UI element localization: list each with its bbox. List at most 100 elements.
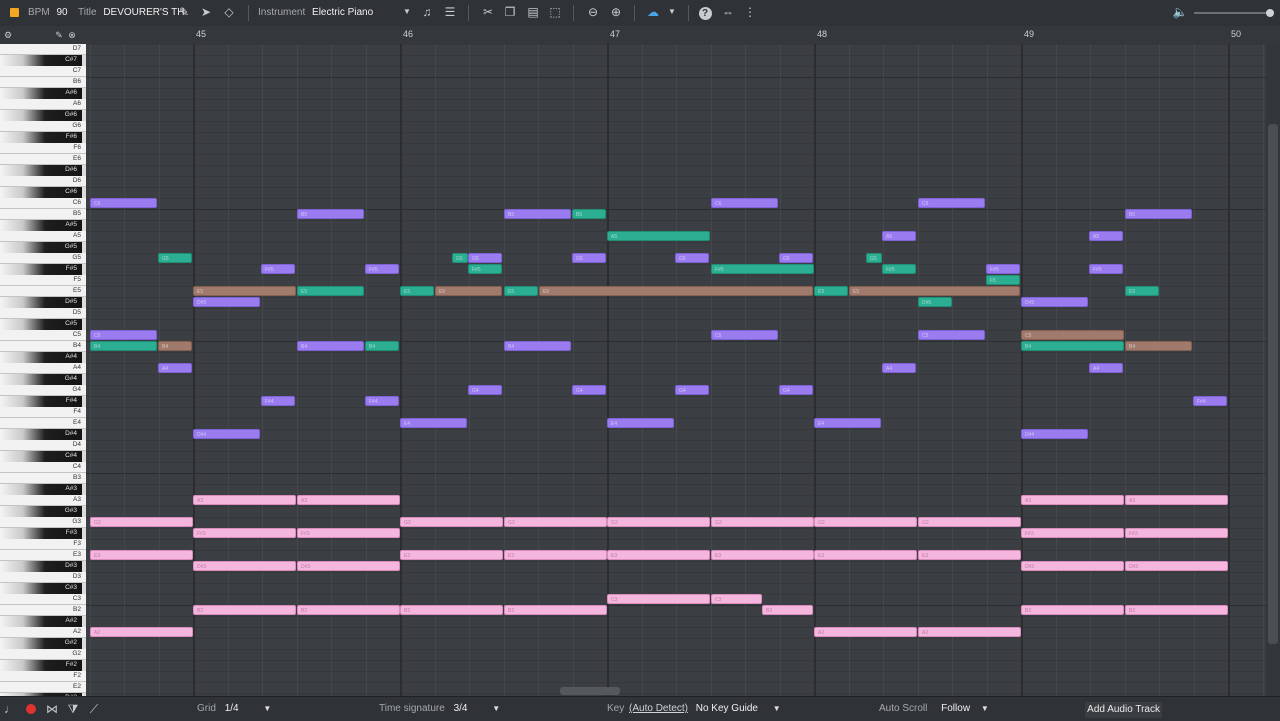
piano-key[interactable]: G#2 [0, 638, 82, 649]
midi-note[interactable]: E3 [814, 550, 917, 560]
midi-note[interactable]: E5 [849, 286, 1020, 296]
midi-note[interactable]: E3 [607, 550, 710, 560]
eraser-icon[interactable]: ◇ [221, 4, 237, 20]
piano-key[interactable]: F#5 [0, 264, 82, 275]
title-field[interactable]: Title DEVOURER'S TH [78, 0, 185, 26]
midi-note[interactable]: A2 [90, 627, 193, 637]
midi-note[interactable]: E5 [539, 286, 813, 296]
midi-note[interactable]: C6 [918, 198, 985, 208]
midi-note[interactable]: E5 [1125, 286, 1159, 296]
piano-key[interactable]: G#4 [0, 374, 82, 385]
record-icon[interactable] [23, 701, 39, 717]
piano-key[interactable]: C6 [0, 198, 86, 209]
piano-key[interactable]: F5 [0, 275, 86, 286]
piano-key[interactable]: E4 [0, 418, 86, 429]
midi-note[interactable]: B2 [1125, 605, 1228, 615]
zoom-out-icon[interactable]: ⊖ [585, 4, 601, 20]
midi-note[interactable]: E4 [814, 418, 881, 428]
piano-key[interactable]: B5 [0, 209, 86, 220]
piano-key[interactable]: G5 [0, 253, 86, 264]
midi-note[interactable]: E5 [193, 286, 296, 296]
piano-key[interactable]: D#5 [0, 297, 82, 308]
time-signature-value[interactable]: 3/4 [454, 703, 468, 714]
volume-slider[interactable] [1194, 9, 1274, 17]
midi-note[interactable]: E5 [435, 286, 502, 296]
horizontal-scrollbar[interactable] [86, 686, 1266, 696]
midi-note[interactable]: E3 [918, 550, 1021, 560]
instrument-value[interactable]: Electric Piano [312, 7, 373, 18]
midi-note[interactable]: B2 [297, 605, 400, 615]
midi-note[interactable]: A3 [1125, 495, 1228, 505]
chevron-down-icon[interactable]: ▼ [492, 697, 500, 721]
piano-key[interactable]: C3 [0, 594, 86, 605]
piano-key[interactable]: F#3 [0, 528, 82, 539]
midi-note[interactable]: C5 [711, 330, 778, 340]
settings-gear-icon[interactable]: ⚙ [0, 27, 16, 43]
piano-key[interactable]: B2 [0, 605, 86, 616]
midi-note[interactable]: E5 [814, 286, 848, 296]
midi-note[interactable]: E5 [504, 286, 538, 296]
piano-key[interactable]: E5 [0, 286, 86, 297]
midi-note[interactable]: F#3 [297, 528, 400, 538]
midi-note[interactable]: D#3 [297, 561, 400, 571]
midi-note[interactable]: B2 [193, 605, 296, 615]
midi-note[interactable]: F#3 [1125, 528, 1228, 538]
midi-note[interactable]: B4 [90, 341, 157, 351]
piano-key[interactable]: F3 [0, 539, 86, 550]
bpm-field[interactable]: BPM 90 [28, 0, 68, 26]
midi-note[interactable]: C5 [90, 330, 157, 340]
piano-key[interactable]: A4 [0, 363, 86, 374]
auto-detect-link[interactable]: (Auto Detect) [629, 703, 688, 714]
midi-note[interactable]: A4 [1089, 363, 1123, 373]
midi-note[interactable]: A3 [193, 495, 296, 505]
midi-note[interactable]: F#5 [261, 264, 295, 274]
piano-key[interactable]: A3 [0, 495, 86, 506]
midi-note[interactable]: C5 [1021, 330, 1124, 340]
midi-note[interactable]: A5 [607, 231, 710, 241]
cloud-upload-icon[interactable]: ☁ [645, 4, 661, 20]
piano-key[interactable]: G#5 [0, 242, 82, 253]
midi-note[interactable]: G4 [468, 385, 502, 395]
midi-note[interactable]: D#3 [1125, 561, 1228, 571]
midi-note[interactable]: G3 [504, 517, 607, 527]
midi-note[interactable]: D#3 [1021, 561, 1124, 571]
midi-note[interactable]: G5 [468, 253, 502, 263]
midi-note[interactable]: G3 [400, 517, 503, 527]
split-icon[interactable]: ⋈ [44, 701, 60, 717]
piano-key[interactable]: A2 [0, 627, 86, 638]
piano-key[interactable]: G4 [0, 385, 86, 396]
note-settings-icon[interactable]: ♫ [419, 4, 435, 20]
grid-select[interactable]: Grid 1/4 ▼ [197, 697, 271, 721]
piano-key[interactable]: A#3 [0, 484, 82, 495]
midi-note[interactable]: G3 [607, 517, 710, 527]
midi-note[interactable]: C3 [711, 594, 762, 604]
midi-note[interactable]: F#4 [261, 396, 295, 406]
midi-note[interactable]: D#4 [193, 429, 260, 439]
midi-note[interactable]: G5 [675, 253, 709, 263]
piano-key[interactable]: F#6 [0, 132, 82, 143]
piano-key[interactable]: A6 [0, 99, 86, 110]
piano-key[interactable]: F#2 [0, 660, 82, 671]
piano-key[interactable]: F6 [0, 143, 86, 154]
midi-note[interactable]: E5 [400, 286, 434, 296]
midi-note[interactable]: B5 [572, 209, 606, 219]
midi-note[interactable]: F#4 [365, 396, 399, 406]
midi-note[interactable]: G3 [90, 517, 193, 527]
piano-key[interactable]: G#3 [0, 506, 82, 517]
midi-note[interactable]: B2 [504, 605, 607, 615]
midi-note[interactable]: B4 [365, 341, 399, 351]
midi-note[interactable]: D#4 [1021, 429, 1088, 439]
add-audio-track-button[interactable]: Add Audio Track [1085, 702, 1162, 718]
time-signature-select[interactable]: Time signature 3/4 ▼ [379, 697, 500, 721]
midi-note[interactable]: F5 [986, 275, 1020, 285]
piano-key[interactable]: F4 [0, 407, 86, 418]
piano-key[interactable]: B4 [0, 341, 86, 352]
bpm-value[interactable]: 90 [56, 7, 67, 18]
midi-note[interactable]: D#5 [1021, 297, 1088, 307]
midi-note[interactable]: G4 [779, 385, 813, 395]
midi-note[interactable]: D#5 [193, 297, 260, 307]
midi-note[interactable]: F#5 [1089, 264, 1123, 274]
midi-note[interactable]: E3 [90, 550, 193, 560]
key-value[interactable]: No Key Guide [696, 703, 758, 714]
piano-key[interactable]: C#7 [0, 55, 82, 66]
